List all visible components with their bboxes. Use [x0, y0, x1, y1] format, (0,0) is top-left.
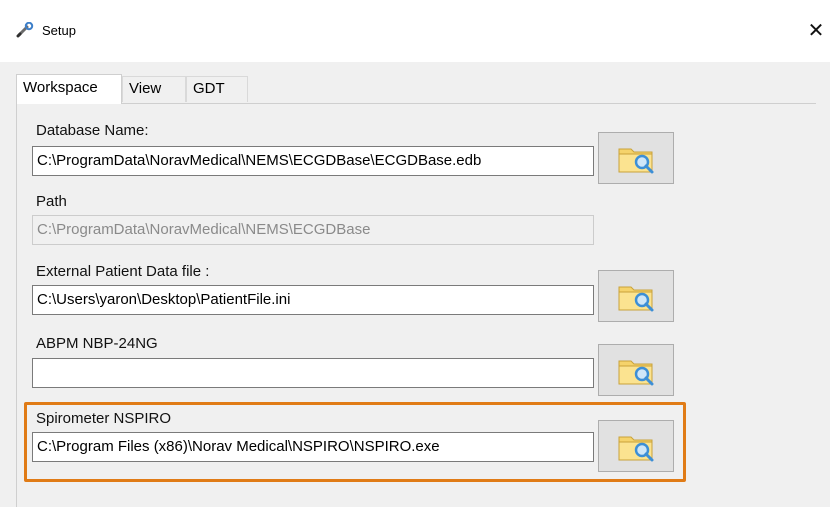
external-patient-data-field[interactable]: C:\Users\yaron\Desktop\PatientFile.ini: [32, 285, 594, 315]
spirometer-field[interactable]: C:\Program Files (x86)\Norav Medical\NSP…: [32, 432, 594, 462]
close-button[interactable]: ✕: [802, 14, 830, 48]
external-patient-data-label: External Patient Data file :: [36, 263, 210, 280]
folder-search-icon: [618, 360, 654, 386]
tab-view[interactable]: View: [122, 76, 186, 102]
abpm-label: ABPM NBP-24NG: [36, 335, 158, 352]
folder-search-icon: [618, 148, 654, 174]
tab-gdt[interactable]: GDT: [186, 76, 248, 102]
folder-search-icon: [618, 436, 654, 462]
window-title: Setup: [42, 23, 76, 38]
setup-window: Setup ✕ Workspace View GDT Database Name…: [0, 0, 830, 507]
external-patient-browse-button[interactable]: [598, 270, 674, 322]
database-browse-button[interactable]: [598, 132, 674, 184]
folder-search-icon: [618, 286, 654, 312]
abpm-field[interactable]: [32, 358, 594, 388]
title-bar: Setup ✕: [0, 0, 830, 62]
database-name-label: Database Name:: [36, 122, 149, 139]
database-name-field[interactable]: C:\ProgramData\NoravMedical\NEMS\ECGDBas…: [32, 146, 594, 176]
tab-workspace[interactable]: Workspace: [16, 74, 122, 104]
spirometer-label: Spirometer NSPIRO: [36, 410, 172, 427]
spirometer-browse-button[interactable]: [598, 420, 674, 472]
wrench-icon: [16, 21, 36, 38]
tab-strip: Workspace View GDT: [16, 74, 816, 104]
path-label: Path: [36, 193, 67, 210]
path-field: C:\ProgramData\NoravMedical\NEMS\ECGDBas…: [32, 215, 594, 245]
abpm-browse-button[interactable]: [598, 344, 674, 396]
